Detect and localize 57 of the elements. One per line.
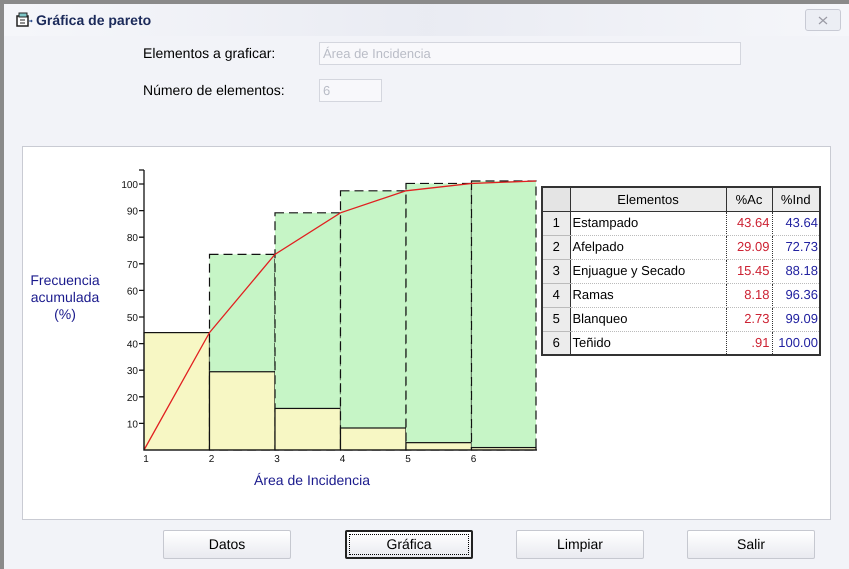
row-header: 1: [542, 211, 570, 235]
tick-label: 6: [470, 454, 476, 465]
table-cell: 15.45: [726, 259, 772, 283]
table-cell: 99.09: [772, 307, 820, 331]
tick-label: 60: [126, 286, 138, 298]
dialog-button[interactable]: Limpiar: [516, 530, 644, 559]
table-cell: Afelpado: [570, 235, 726, 259]
table-cell: .91: [726, 331, 772, 355]
close-button[interactable]: [805, 9, 841, 31]
column-header: %Ind: [772, 187, 820, 211]
table-cell: 8.18: [726, 283, 772, 307]
tick-label: 100: [121, 180, 138, 191]
table-cell: 96.36: [772, 283, 820, 307]
field-label: Elementos a graficar:: [143, 44, 276, 63]
table-cell: Teñido: [570, 331, 726, 355]
table-cell: Ramas: [570, 283, 726, 307]
tick-label: 20: [126, 392, 138, 404]
table-cell: 2.73: [726, 307, 772, 331]
axis-title: Frecuencia: [30, 272, 100, 289]
field-label: Número de elementos:: [143, 81, 286, 100]
table-cell: 43.64: [772, 211, 820, 235]
dialog-button[interactable]: Datos: [163, 530, 291, 559]
table-cell: 29.09: [726, 235, 772, 259]
row-header: 6: [542, 331, 570, 355]
tick-label: 3: [274, 454, 280, 465]
row-header: 5: [542, 307, 570, 331]
tick-label: 10: [126, 419, 138, 430]
tick-label: 2: [208, 454, 214, 465]
table-cell: Estampado: [570, 211, 726, 235]
table-cell: 72.73: [772, 235, 820, 259]
close-icon: [818, 16, 828, 24]
tick-label: 70: [126, 260, 138, 271]
tick-label: 5: [405, 454, 411, 465]
tick-label: 30: [126, 366, 138, 378]
column-header: Elementos: [570, 187, 726, 211]
dialog-button[interactable]: Salir: [687, 530, 815, 559]
tick-label: 90: [126, 206, 138, 218]
axis-title: acumulada: [30, 289, 100, 306]
axis-title: Área de Incidencia: [254, 472, 370, 488]
axis-title: (%): [54, 306, 76, 323]
tick-label: 40: [126, 340, 138, 351]
row-header: 3: [542, 259, 570, 283]
table-cell: 100.00: [772, 331, 820, 355]
column-header: %Ac: [726, 187, 772, 211]
table-cell: Enjuague y Secado: [570, 259, 726, 283]
window-title: Gráfica de pareto: [36, 10, 152, 30]
table-cell: 43.64: [726, 211, 772, 235]
table-cell: Blanqueo: [570, 307, 726, 331]
tick-label: 50: [126, 313, 138, 324]
dialog-button[interactable]: Gráfica: [345, 530, 473, 559]
tick-label: 4: [340, 454, 346, 465]
row-header: 2: [542, 235, 570, 259]
window-icon: [16, 12, 34, 28]
row-header: 4: [542, 283, 570, 307]
table-cell: 88.18: [772, 259, 820, 283]
tick-label: 1: [143, 454, 149, 465]
tick-label: 80: [126, 233, 138, 244]
